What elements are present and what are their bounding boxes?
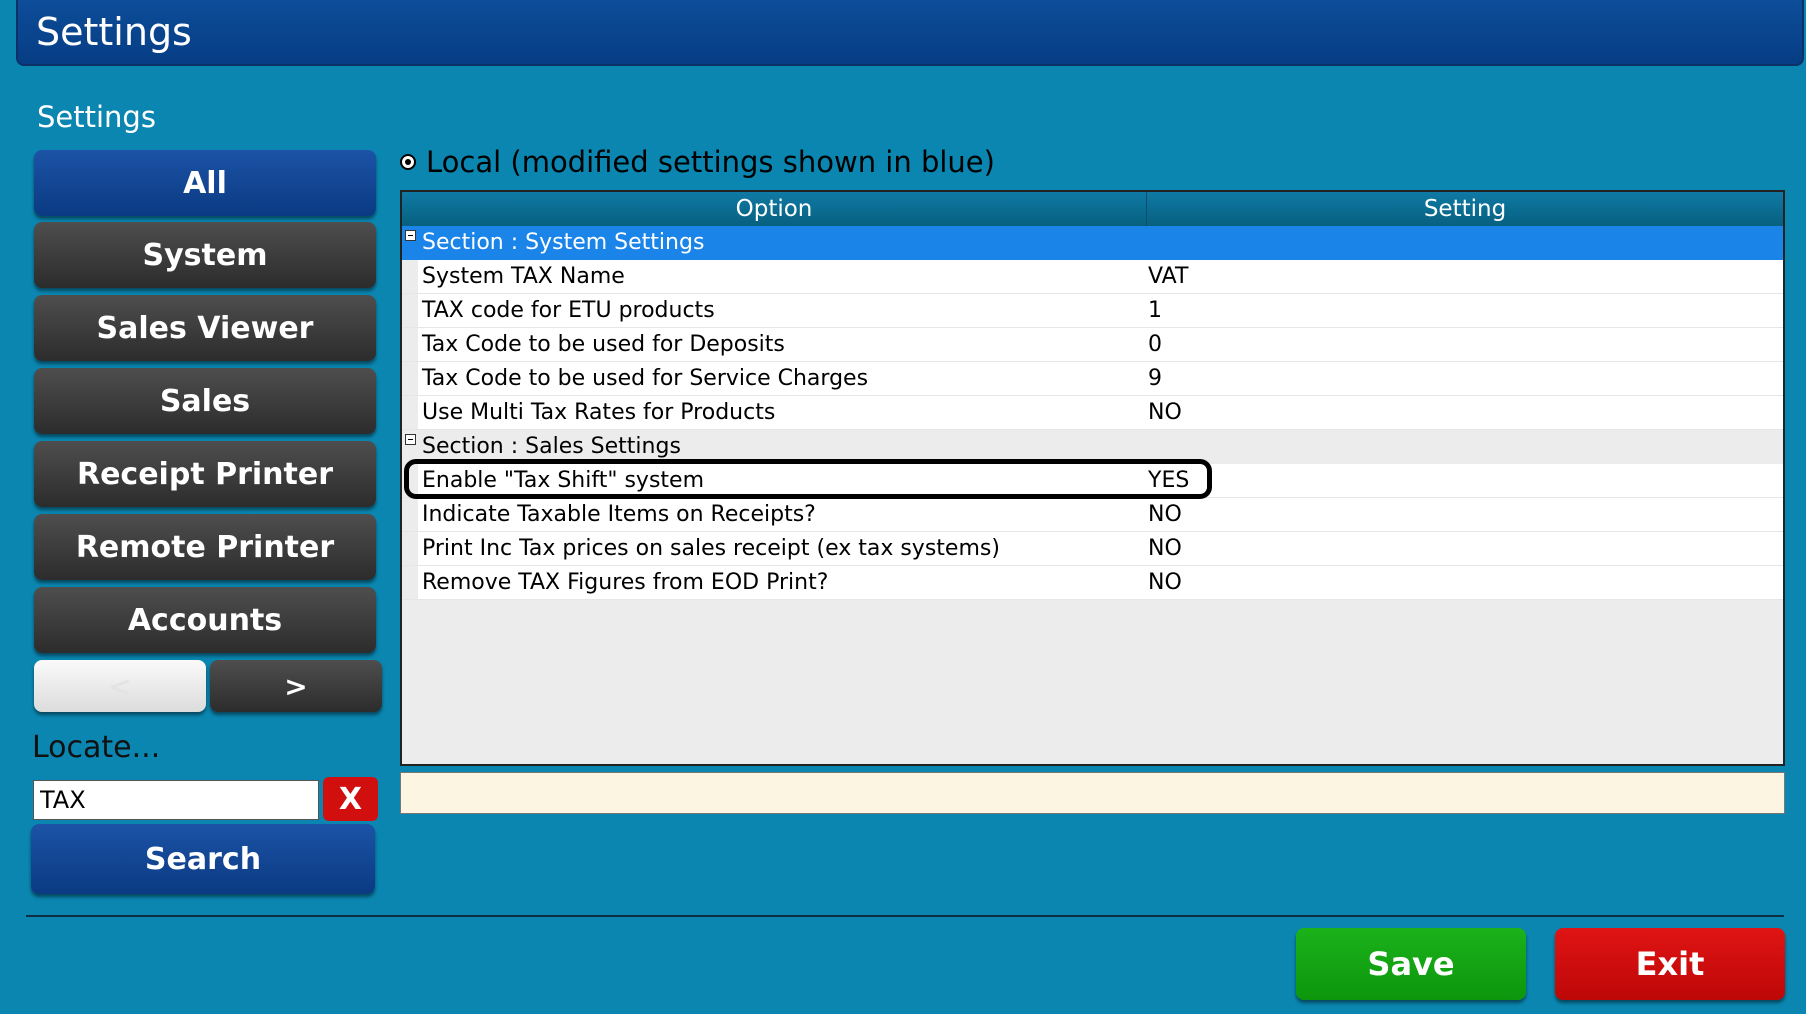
option-cell: Enable "Tax Shift" system [422,468,704,493]
setting-cell[interactable]: 9 [1148,366,1162,391]
setting-cell[interactable]: NO [1148,536,1182,561]
option-cell: Remove TAX Figures from EOD Print? [422,570,829,595]
setting-cell[interactable]: NO [1148,400,1182,425]
local-settings-radio[interactable]: Local (modified settings shown in blue) [400,145,995,179]
setting-description-box [400,772,1785,814]
setting-cell[interactable]: NO [1148,570,1182,595]
table-row[interactable]: Indicate Taxable Items on Receipts? NO [402,498,1783,532]
category-sales-viewer-button[interactable]: Sales Viewer [34,295,376,361]
column-header-setting[interactable]: Setting [1147,196,1783,222]
table-row[interactable]: Remove TAX Figures from EOD Print? NO [402,566,1783,600]
exit-button[interactable]: Exit [1555,928,1785,1000]
column-header-option[interactable]: Option [402,196,1146,222]
setting-cell[interactable]: NO [1148,502,1182,527]
category-receipt-printer-button[interactable]: Receipt Printer [34,441,376,507]
option-cell: Tax Code to be used for Deposits [422,332,785,357]
option-cell: Use Multi Tax Rates for Products [422,400,776,425]
table-row[interactable]: Enable "Tax Shift" system YES [402,464,1783,498]
sidebar-heading: Settings [37,100,156,134]
setting-cell[interactable]: 0 [1148,332,1162,357]
collapse-icon[interactable] [405,230,416,241]
category-accounts-button[interactable]: Accounts [34,587,376,653]
option-cell: Print Inc Tax prices on sales receipt (e… [422,536,1000,561]
category-system-button[interactable]: System [34,222,376,288]
search-button[interactable]: Search [31,824,375,894]
section-row[interactable]: Section : Sales Settings [402,430,1783,464]
local-settings-label: Local (modified settings shown in blue) [426,145,995,179]
previous-page-button[interactable]: < [34,660,206,712]
setting-cell[interactable]: YES [1148,468,1189,493]
section-title: Section : System Settings [422,230,705,255]
save-button[interactable]: Save [1296,928,1526,1000]
category-remote-printer-button[interactable]: Remote Printer [34,514,376,580]
table-row[interactable]: Use Multi Tax Rates for Products NO [402,396,1783,430]
setting-cell[interactable]: VAT [1148,264,1188,289]
setting-cell[interactable]: 1 [1148,298,1162,323]
section-row[interactable]: Section : System Settings [402,226,1783,260]
table-row[interactable]: TAX code for ETU products 1 [402,294,1783,328]
radio-selected-icon[interactable] [400,154,416,170]
option-cell: System TAX Name [422,264,625,289]
category-sales-button[interactable]: Sales [34,368,376,434]
settings-grid: Option Setting Section : System Settings… [400,190,1785,766]
next-page-button[interactable]: > [210,660,382,712]
option-cell: Tax Code to be used for Service Charges [422,366,869,391]
title-bar: Settings [16,0,1804,66]
option-cell: Indicate Taxable Items on Receipts? [422,502,816,527]
window-title: Settings [36,10,192,54]
table-row[interactable]: Tax Code to be used for Service Charges … [402,362,1783,396]
option-cell: TAX code for ETU products [422,298,715,323]
collapse-icon[interactable] [405,434,416,445]
table-row[interactable]: Print Inc Tax prices on sales receipt (e… [402,532,1783,566]
clear-search-button[interactable]: X [323,777,378,821]
category-all-button[interactable]: All [34,150,376,216]
locate-label: Locate... [32,730,161,765]
table-row[interactable]: System TAX Name VAT [402,260,1783,294]
footer-divider [26,915,1784,917]
locate-input[interactable] [33,780,319,820]
section-title: Section : Sales Settings [422,434,681,459]
table-row[interactable]: Tax Code to be used for Deposits 0 [402,328,1783,362]
grid-header: Option Setting [402,192,1783,226]
